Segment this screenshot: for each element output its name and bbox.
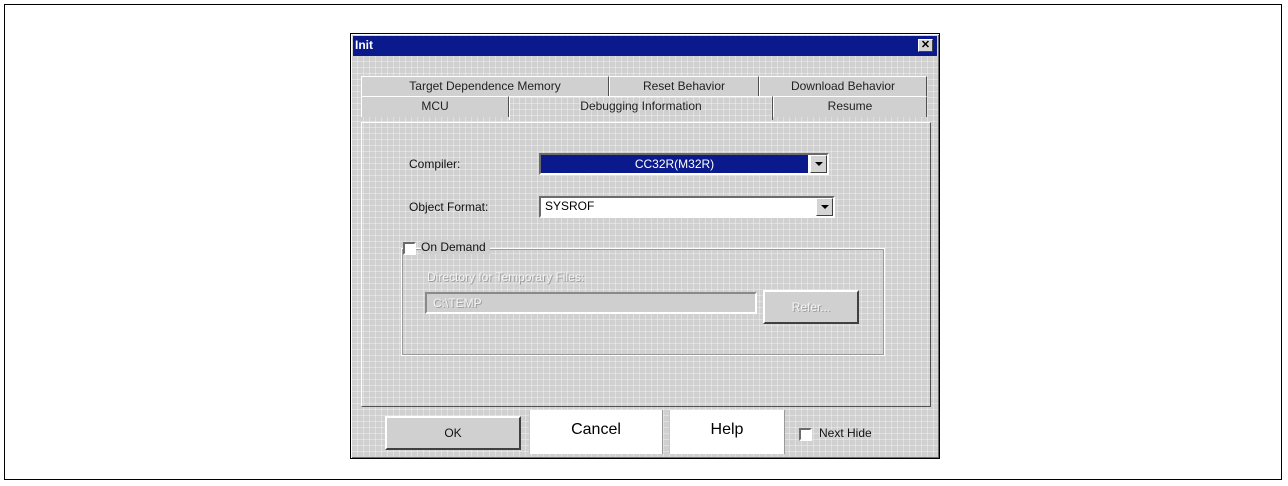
refer-label: Refer... [791, 300, 831, 314]
next-hide-checkbox[interactable] [799, 428, 812, 441]
cancel-label: Cancel [571, 421, 621, 438]
tab-mcu[interactable]: MCU [361, 96, 509, 117]
help-label: Help [710, 421, 744, 438]
tab-resume[interactable]: Resume [773, 96, 927, 117]
cancel-button[interactable]: Cancel [529, 410, 663, 454]
compiler-select[interactable]: CC32R(M32R) [539, 153, 829, 175]
refer-button[interactable]: Refer... [763, 290, 859, 324]
chevron-down-icon[interactable] [810, 155, 827, 173]
temp-dir-label: Directory for Temporary Files: [427, 270, 585, 284]
chevron-down-icon[interactable] [816, 198, 833, 216]
ok-button[interactable]: OK [385, 416, 521, 450]
object-format-select[interactable]: SYSROF [539, 196, 835, 218]
on-demand-label: On Demand [421, 240, 490, 254]
tab-target-dependence-memory[interactable]: Target Dependence Memory [361, 76, 609, 97]
on-demand-checkbox[interactable] [403, 242, 416, 255]
tab-debugging-information[interactable]: Debugging Information [509, 96, 773, 120]
tab-label: Resume [827, 99, 873, 113]
tab-label: Target Dependence Memory [409, 79, 561, 93]
temp-dir-input[interactable]: C:\TEMP [425, 292, 757, 314]
tab-download-behavior[interactable]: Download Behavior [759, 76, 927, 97]
ok-label: OK [444, 426, 462, 440]
compiler-value: CC32R(M32R) [541, 155, 808, 173]
help-button[interactable]: Help [669, 410, 785, 454]
title-bar: Init ✕ [353, 36, 937, 56]
object-format-label: Object Format: [409, 200, 489, 214]
compiler-label: Compiler: [409, 157, 461, 171]
tab-label: Debugging Information [580, 99, 702, 113]
close-button[interactable]: ✕ [918, 39, 933, 52]
next-hide-label: Next Hide [819, 426, 872, 440]
tab-reset-behavior[interactable]: Reset Behavior [609, 76, 759, 97]
tab-label: MCU [421, 99, 449, 113]
window-title: Init [355, 38, 373, 52]
tab-label: Download Behavior [790, 79, 896, 93]
object-format-value: SYSROF [545, 199, 595, 213]
init-dialog: Init ✕ Target Dependence Memory Reset Be… [350, 33, 940, 459]
tab-label: Reset Behavior [642, 79, 726, 93]
temp-dir-value: C:\TEMP [433, 296, 482, 310]
close-icon: ✕ [920, 39, 931, 51]
